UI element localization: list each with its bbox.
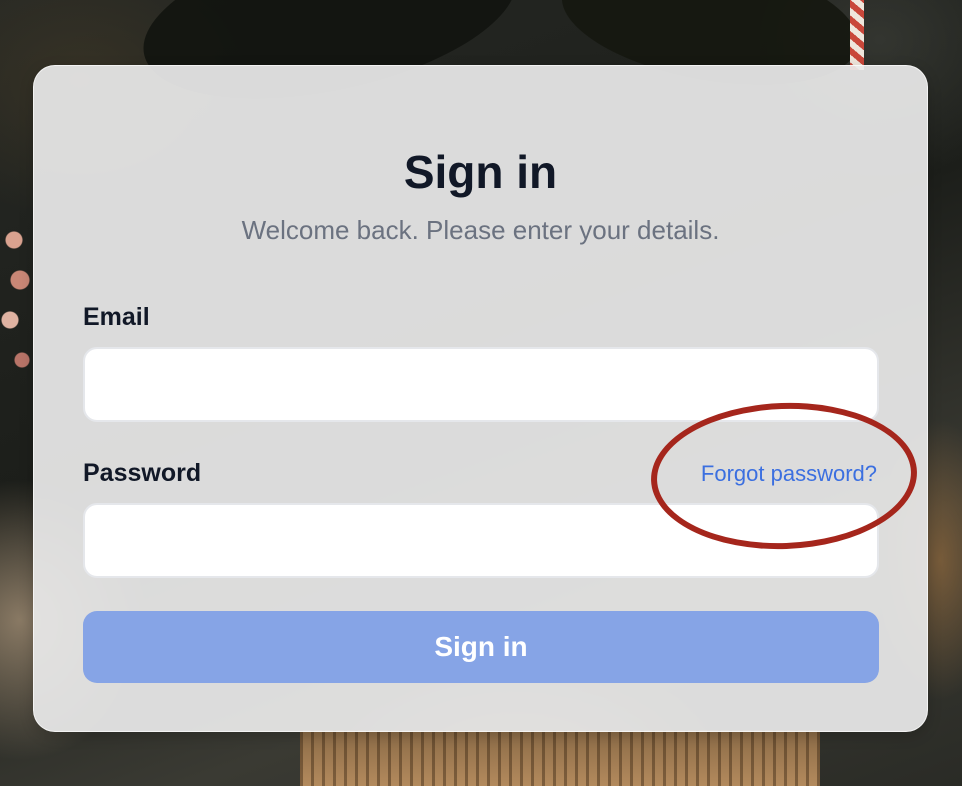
sign-in-button[interactable]: Sign in bbox=[83, 611, 879, 683]
email-label: Email bbox=[83, 303, 150, 331]
page-title: Sign in bbox=[403, 146, 558, 198]
password-field[interactable] bbox=[83, 503, 879, 578]
signin-card: Sign in Welcome back. Please enter your … bbox=[33, 65, 928, 732]
background-box bbox=[300, 730, 820, 786]
background-twine bbox=[850, 0, 864, 70]
password-label: Password bbox=[83, 459, 202, 487]
forgot-password-link[interactable]: Forgot password? bbox=[701, 459, 877, 489]
email-field[interactable] bbox=[83, 347, 879, 422]
page-subtitle: Welcome back. Please enter your details. bbox=[241, 215, 720, 245]
